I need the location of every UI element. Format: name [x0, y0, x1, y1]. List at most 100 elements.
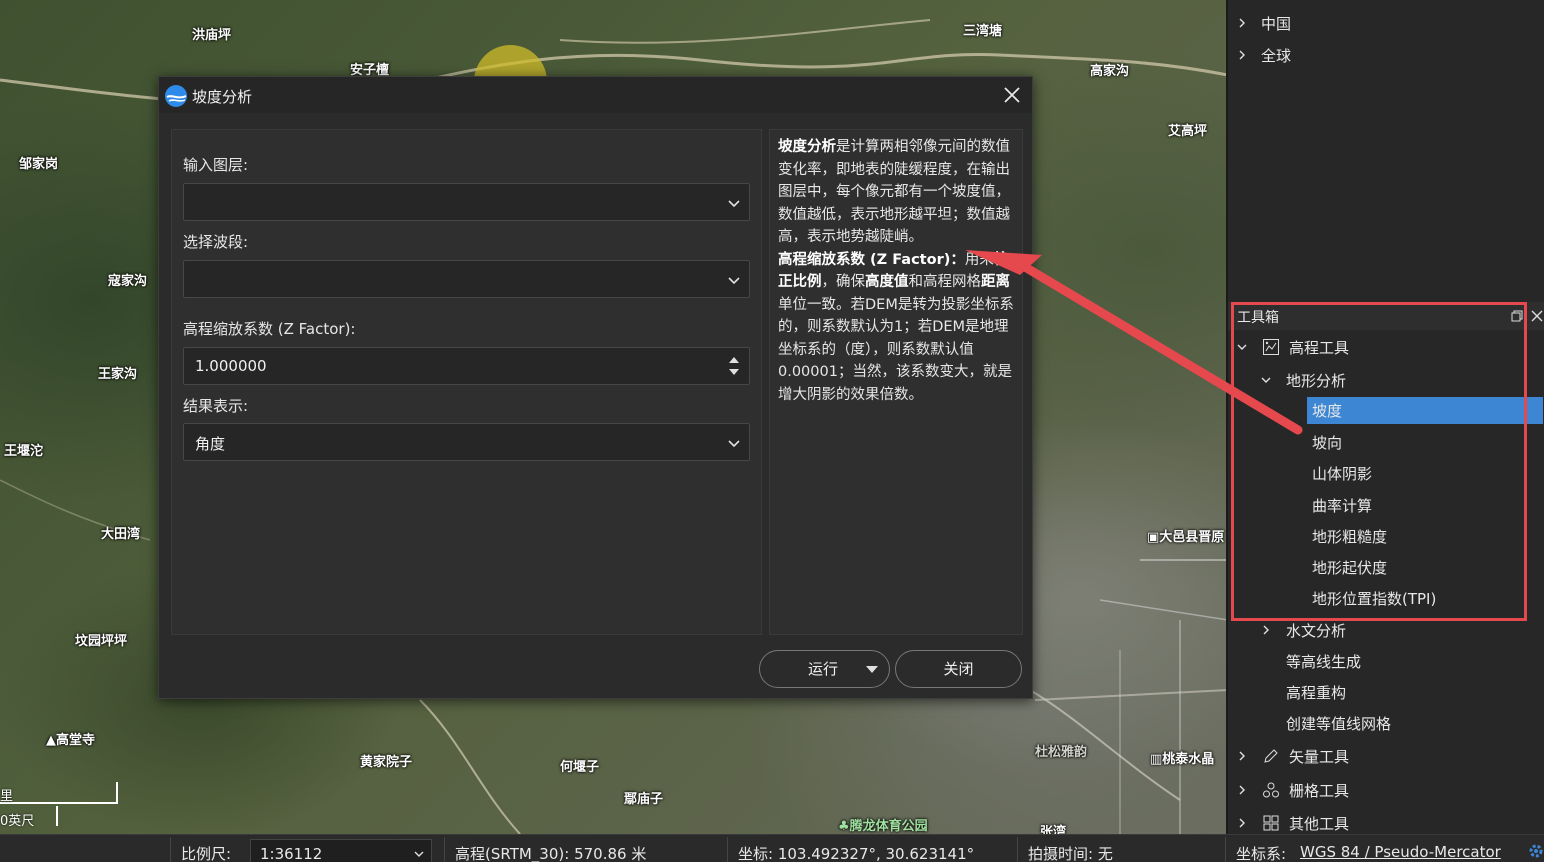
chevron-down-icon	[414, 851, 424, 857]
zfactor-label: 高程缩放系数 (Z Factor):	[183, 320, 356, 338]
float-panel-icon[interactable]	[1510, 309, 1524, 323]
place-label: 鄢庙子	[624, 792, 664, 807]
scale-label: 比例尺:	[181, 845, 232, 862]
chevron-down-icon[interactable]	[1236, 341, 1248, 353]
toolbox-elevation-rebuild[interactable]: 高程重构	[1228, 677, 1544, 707]
toolbox-label: 其他工具	[1289, 815, 1350, 833]
tool-label: 坡度	[1312, 402, 1343, 420]
dialog-close-icon[interactable]	[1000, 83, 1024, 107]
place-label: ▲高堂寺	[46, 733, 96, 748]
spin-down-icon[interactable]	[729, 369, 739, 375]
close-button[interactable]: 关闭	[895, 650, 1022, 688]
tool-label: 地形粗糙度	[1312, 528, 1388, 546]
tool-curvature[interactable]: 曲率计算	[1307, 490, 1543, 520]
run-dropdown-icon[interactable]	[866, 666, 878, 673]
scale-bar-top	[0, 782, 118, 804]
tool-label: 山体阴影	[1312, 465, 1373, 483]
band-select[interactable]	[183, 260, 750, 298]
help-text: ，确保	[821, 274, 866, 290]
status-divider	[1017, 837, 1018, 862]
chevron-right-icon[interactable]	[1236, 817, 1248, 829]
tool-tpi[interactable]: 地形位置指数(TPI)	[1307, 583, 1543, 613]
status-divider	[1225, 837, 1226, 862]
tool-slope[interactable]: 坡度	[1307, 395, 1543, 425]
result-value: 角度	[195, 435, 226, 453]
scale-value: 1:36112	[260, 845, 323, 862]
toolbox-vector-tools[interactable]: 矢量工具	[1228, 741, 1544, 771]
book-icon: ▣	[1147, 530, 1160, 545]
help-zfactor-term: 高程缩放系数 (Z Factor)：	[778, 251, 965, 268]
scale-select[interactable]: 1:36112	[250, 839, 432, 862]
status-divider	[444, 837, 445, 862]
tool-label: 地形起伏度	[1312, 559, 1388, 577]
toolbox-label: 栅格工具	[1289, 782, 1350, 800]
status-divider	[170, 837, 171, 862]
place-label: 王堰沱	[4, 444, 44, 459]
elevation-tool-icon	[1263, 339, 1279, 355]
place-label: 杜松雅韵	[1035, 745, 1088, 760]
chevron-right-icon[interactable]	[1236, 49, 1248, 61]
tool-relief[interactable]: 地形起伏度	[1307, 552, 1543, 582]
zfactor-spinbox[interactable]: 1.000000	[183, 347, 750, 385]
spin-up-icon[interactable]	[729, 357, 739, 363]
tool-aspect[interactable]: 坡向	[1307, 427, 1543, 457]
tool-roughness[interactable]: 地形粗糙度	[1307, 521, 1543, 551]
help-slope-term: 坡度分析	[778, 139, 836, 155]
help-term: 高度值	[865, 274, 909, 290]
place-label: 大田湾	[101, 527, 141, 542]
chevron-right-icon[interactable]	[1236, 17, 1248, 29]
result-label: 结果表示:	[183, 397, 249, 415]
toolbox-contour-generation[interactable]: 等高线生成	[1228, 646, 1544, 676]
chevron-down-icon[interactable]	[1260, 374, 1272, 386]
tool-hillshade[interactable]: 山体阴影	[1307, 458, 1543, 488]
toolbox-label: 等高线生成	[1286, 653, 1362, 671]
toolbox-header: 工具箱	[1228, 302, 1544, 330]
help-term: 距离	[981, 274, 1010, 290]
close-panel-icon[interactable]	[1530, 309, 1544, 323]
elevation-readout: 高程(SRTM_30): 570.86 米	[455, 845, 647, 862]
pencil-icon	[1264, 749, 1278, 763]
raster-icon	[1263, 782, 1279, 798]
scale-bar-feet-label: 0英尺	[0, 814, 35, 829]
app-logo-icon	[165, 85, 187, 107]
chevron-right-icon[interactable]	[1260, 624, 1272, 636]
dialog-titlebar[interactable]: 坡度分析	[159, 77, 1032, 113]
toolbox-terrain-analysis[interactable]: 地形分析	[1228, 365, 1544, 395]
place-label: 王家沟	[98, 367, 138, 382]
place-label: 三湾塘	[963, 24, 1003, 39]
toolbox-elevation-tools[interactable]: 高程工具	[1228, 332, 1544, 362]
place-label: 邹家岗	[19, 157, 59, 172]
input-layer-label: 输入图层:	[183, 156, 249, 174]
toolbox-raster-tools[interactable]: 栅格工具	[1228, 775, 1544, 805]
parameters-panel: 输入图层: 选择波段: 高程缩放系数 (Z Factor): 1.000000 …	[171, 129, 762, 635]
tool-label: 曲率计算	[1312, 497, 1373, 515]
coordinate-readout: 坐标: 103.492327°, 30.623141°	[738, 845, 975, 862]
place-label: 张湾	[1040, 825, 1067, 834]
input-layer-select[interactable]	[183, 183, 750, 221]
place-label: 寇家沟	[108, 274, 148, 289]
zfactor-value: 1.000000	[195, 357, 267, 375]
tool-label: 地形位置指数(TPI)	[1312, 590, 1437, 608]
chevron-right-icon[interactable]	[1236, 784, 1248, 796]
toolbox-hydrology[interactable]: 水文分析	[1228, 615, 1544, 645]
layer-tree-label: 中国	[1261, 15, 1292, 33]
help-text: 和高程网格	[908, 274, 982, 290]
help-text-panel: 坡度分析是计算两相邻像元间的数值变化率，即地表的陡缓程度，在输出图层中，每个像元…	[769, 129, 1023, 635]
toolbox-label: 地形分析	[1286, 372, 1347, 390]
chevron-right-icon[interactable]	[1236, 750, 1248, 762]
result-select[interactable]: 角度	[183, 423, 750, 461]
crs-link[interactable]: WGS 84 / Pseudo-Mercator	[1300, 843, 1501, 861]
place-label: 坟园坪坪	[75, 634, 128, 649]
grid-icon	[1263, 815, 1279, 831]
band-label: 选择波段:	[183, 233, 249, 251]
capture-time-readout: 拍摄时间: 无	[1028, 845, 1113, 862]
layer-tree-item-global[interactable]: 全球	[1228, 40, 1544, 70]
run-button[interactable]: 运行	[759, 650, 890, 688]
layer-tree-item-china[interactable]: 中国	[1228, 8, 1544, 38]
run-button-label: 运行	[808, 660, 839, 678]
map-scale-bar: 里 0英尺	[0, 782, 120, 832]
dialog-title: 坡度分析	[192, 88, 253, 106]
toolbox-contour-grid[interactable]: 创建等值线网格	[1228, 708, 1544, 738]
gear-icon[interactable]	[1528, 843, 1544, 859]
help-text: 用来	[964, 251, 994, 268]
